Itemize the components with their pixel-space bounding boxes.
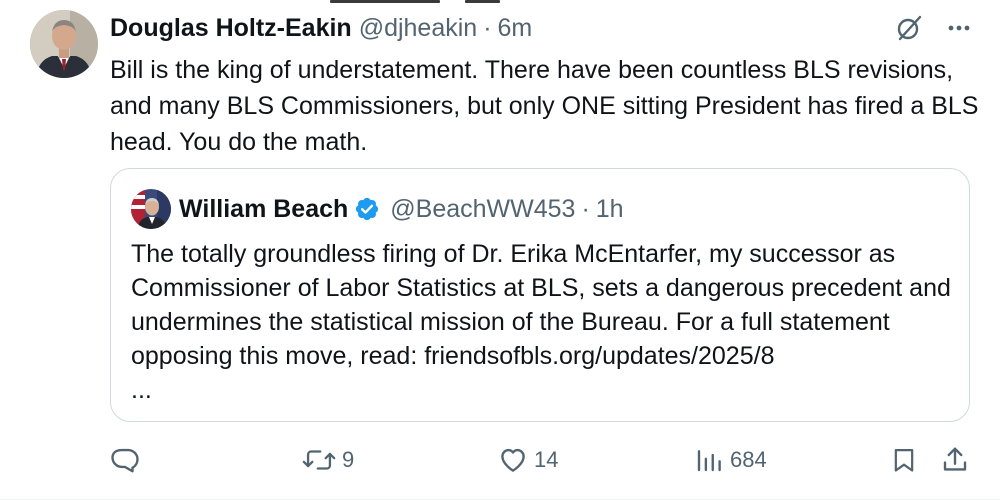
quoted-text-body: The totally groundless firing of Dr. Eri… bbox=[131, 240, 951, 370]
share-icon bbox=[940, 445, 970, 475]
timestamp[interactable]: 6m bbox=[498, 14, 533, 43]
grok-icon[interactable] bbox=[894, 13, 924, 43]
tweet-text: Bill is the king of understatement. Ther… bbox=[110, 56, 979, 156]
quoted-header: William Beach @BeachWW453 · 1h bbox=[179, 191, 624, 227]
retweet-count: 9 bbox=[342, 447, 355, 472]
tweet-header: Douglas Holtz-Eakin @djheakin · 6m bbox=[110, 10, 532, 46]
share-button[interactable] bbox=[940, 440, 970, 480]
heart-icon bbox=[498, 445, 528, 475]
tweet[interactable]: Douglas Holtz-Eakin @djheakin · 6m Bill … bbox=[0, 0, 1000, 500]
like-button[interactable]: 14 bbox=[498, 440, 558, 480]
quoted-avatar[interactable] bbox=[131, 189, 171, 229]
retweet-button[interactable]: 9 bbox=[302, 440, 354, 480]
quoted-text-ellipsis: ... bbox=[131, 376, 152, 404]
avatar[interactable] bbox=[30, 10, 98, 78]
quoted-author-name[interactable]: William Beach bbox=[179, 195, 348, 224]
action-bar: 9 14 684 bbox=[110, 440, 970, 480]
header-actions bbox=[894, 10, 974, 46]
more-icon[interactable] bbox=[944, 13, 974, 43]
bookmark-button[interactable] bbox=[890, 440, 918, 480]
author-handle[interactable]: @djheakin bbox=[359, 14, 478, 43]
quoted-author-handle[interactable]: @BeachWW453 bbox=[390, 195, 575, 224]
views-button[interactable]: 684 bbox=[694, 440, 767, 480]
quoted-tweet-text: The totally groundless firing of Dr. Eri… bbox=[131, 237, 951, 407]
reply-button[interactable] bbox=[110, 440, 140, 480]
quoted-tweet[interactable]: William Beach @BeachWW453 · 1h The total… bbox=[110, 168, 970, 422]
retweet-icon bbox=[302, 445, 336, 475]
bookmark-icon bbox=[890, 445, 918, 475]
views-icon bbox=[694, 445, 724, 475]
quoted-timestamp[interactable]: 1h bbox=[596, 195, 624, 224]
like-count: 14 bbox=[534, 447, 559, 472]
separator: · bbox=[483, 13, 492, 42]
verified-badge-icon bbox=[354, 196, 380, 222]
author-name[interactable]: Douglas Holtz-Eakin bbox=[110, 14, 352, 43]
quoted-separator: · bbox=[581, 194, 590, 223]
previous-tweet-edge bbox=[0, 0, 1000, 4]
reply-icon bbox=[110, 445, 140, 475]
views-count: 684 bbox=[730, 447, 767, 472]
